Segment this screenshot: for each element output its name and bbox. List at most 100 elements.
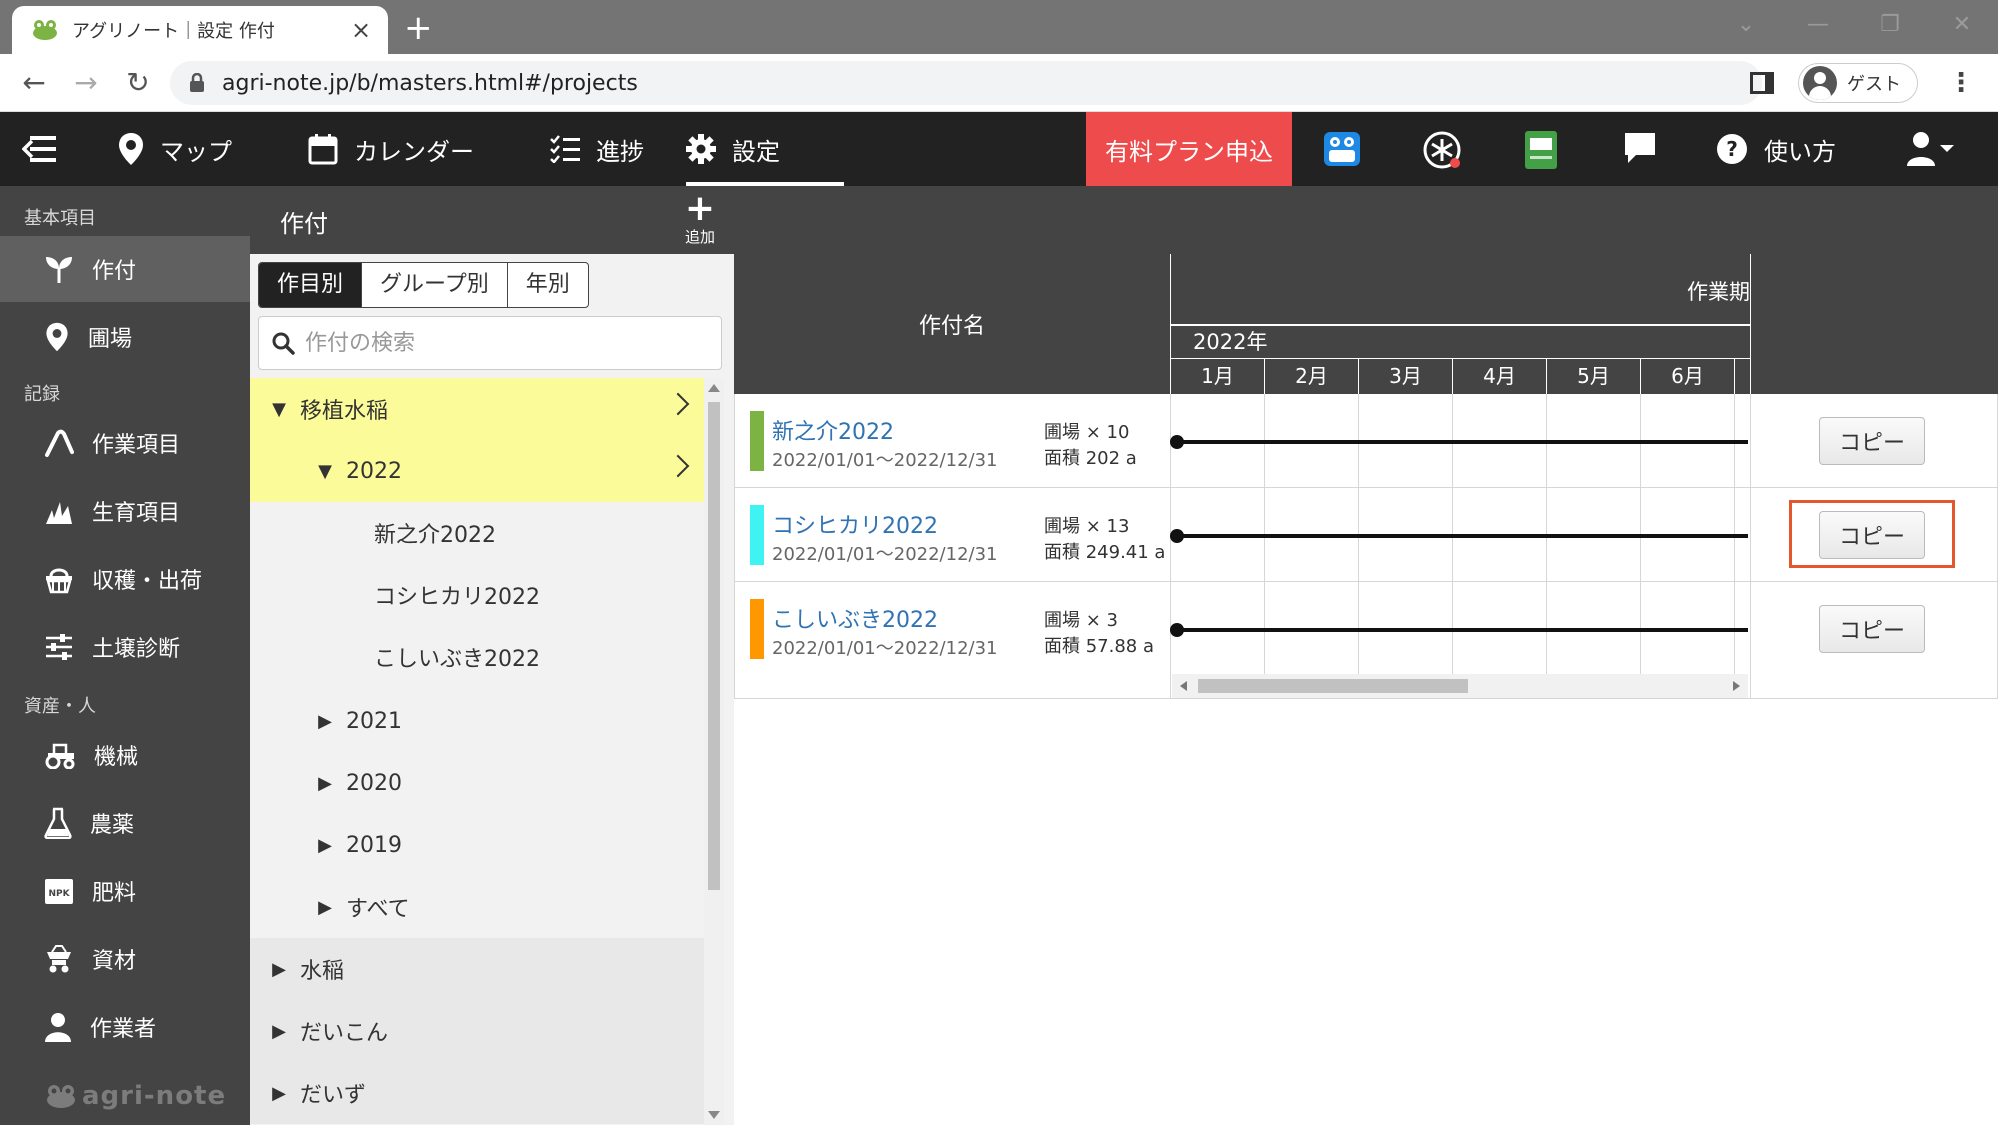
project-search-input[interactable]	[305, 330, 705, 356]
tree-node-project[interactable]: コシヒカリ2022	[250, 564, 704, 626]
browser-tab[interactable]: アグリノート｜設定 作付 ×	[12, 6, 388, 54]
add-button[interactable]: + 追加	[680, 191, 720, 247]
help-circle-icon: ?	[1717, 134, 1747, 164]
nav-calendar-label: カレンダー	[354, 137, 474, 166]
tree-node-crop[interactable]: ▶ だいず	[250, 1062, 704, 1124]
close-tab-icon[interactable]: ×	[348, 16, 374, 44]
tab-by-crop[interactable]: 作目別	[259, 263, 363, 307]
copy-button[interactable]: コピー	[1819, 417, 1925, 465]
project-field-count: 圃場 × 3	[1044, 610, 1118, 631]
sidebar-item-pesticides[interactable]: 農薬	[0, 790, 250, 856]
forward-icon[interactable]: →	[60, 66, 112, 99]
tree-node-year[interactable]: ▶ 2021	[250, 690, 704, 752]
tree-node-label: 新之介2022	[374, 523, 496, 548]
growth-icon	[46, 502, 72, 524]
sidebar-section-title: 基本項目	[24, 208, 96, 229]
menu-kebab-icon[interactable]: ⋮	[1948, 68, 1974, 98]
address-bar[interactable]: agri-note.jp/b/masters.html#/projects	[170, 61, 1762, 105]
gantt-bar	[1176, 628, 1748, 632]
sidebar-item-materials[interactable]: 資材	[0, 926, 250, 992]
scroll-up-icon[interactable]	[708, 384, 720, 392]
expand-arrow-icon: ▼	[272, 398, 286, 420]
browser-toolbar: ← → ↻ agri-note.jp/b/masters.html#/proje…	[0, 54, 1998, 112]
sidebar-item-work[interactable]: 作業項目	[0, 410, 250, 476]
nav-progress[interactable]: 進捗	[550, 112, 644, 186]
scroll-left-icon[interactable]	[1180, 681, 1187, 691]
tree-node-label: だいず	[300, 1083, 367, 1108]
copy-button[interactable]: コピー	[1819, 605, 1925, 653]
calendar-icon	[308, 134, 338, 165]
projects-table: 作付名 作業期 2022年 1月 2月 3月 4月 5月 6月 新之介2022 …	[734, 254, 1998, 1125]
search-icon	[272, 332, 295, 355]
tree-node-project[interactable]: 新之介2022	[250, 502, 704, 564]
grid-divider	[1750, 394, 1751, 698]
window-controls: ⌄ — ❐ ✕	[1710, 0, 1998, 48]
gantt-horizontal-scrollbar[interactable]	[1172, 674, 1748, 698]
tree-node-year[interactable]: ▶ 2019	[250, 814, 704, 876]
green-book-icon[interactable]	[1522, 130, 1560, 170]
back-icon[interactable]: ←	[8, 66, 60, 99]
help-link[interactable]: ? 使い方	[1716, 112, 1836, 186]
tree-node-label: すべて	[346, 897, 410, 922]
tab-search-icon[interactable]: ⌄	[1710, 0, 1782, 48]
agri-note-logo: agri-note	[46, 1081, 226, 1111]
gantt-bar	[1176, 534, 1748, 538]
profile-button[interactable]: ゲスト	[1798, 63, 1918, 103]
sidebar-item-workers[interactable]: 作業者	[0, 994, 250, 1060]
sidebar-item-projects[interactable]: 作付	[0, 236, 250, 302]
nav-map[interactable]: マップ	[118, 112, 232, 186]
nav-settings[interactable]: 設定	[686, 112, 844, 186]
new-tab-icon[interactable]: +	[404, 10, 433, 46]
tree-node-crop[interactable]: ▶ だいこん	[250, 1000, 704, 1062]
chevron-right-icon[interactable]	[666, 454, 690, 478]
sidebar-item-label: 収穫・出荷	[92, 569, 203, 594]
tree-node-crop[interactable]: ▶ 水稲	[250, 938, 704, 1000]
material-icon	[47, 945, 71, 973]
frog-manager-icon[interactable]	[1322, 130, 1362, 168]
window-close-icon[interactable]: ✕	[1926, 0, 1998, 48]
sidebar-item-harvest[interactable]: 収穫・出荷	[0, 546, 250, 612]
grouping-tabs: 作目別 グループ別 年別	[258, 262, 589, 308]
project-name-link[interactable]: こしいぶき2022	[772, 602, 938, 634]
project-name-link[interactable]: コシヒカリ2022	[772, 508, 938, 540]
restore-icon[interactable]: ❐	[1854, 0, 1926, 48]
tree-scrollbar[interactable]	[704, 378, 724, 1125]
tree-node-all[interactable]: ▶ すべて	[250, 876, 704, 938]
tree-node-year[interactable]: ▶ 2020	[250, 752, 704, 814]
project-color-bar	[750, 411, 764, 471]
sidebar-item-machinery[interactable]: 機械	[0, 722, 250, 788]
sidebar-item-soil[interactable]: 土壌診断	[0, 614, 250, 680]
tree-node-crop[interactable]: ▼ 移植水稲	[250, 378, 704, 440]
person-icon	[45, 1013, 71, 1042]
asterisk-badge-icon[interactable]	[1422, 130, 1462, 170]
user-menu-icon[interactable]	[1904, 130, 1958, 168]
reload-icon[interactable]: ↻	[112, 66, 164, 99]
sidebar-item-fertilizer[interactable]: NPK 肥料	[0, 858, 250, 924]
scroll-right-icon[interactable]	[1733, 681, 1740, 691]
scroll-down-icon[interactable]	[708, 1111, 720, 1119]
sidebar: 基本項目 作付 圃場 記録 作業項目 生育項目 収穫・出荷 土壌診断 資産・人 …	[0, 186, 250, 1125]
side-panel-icon[interactable]	[1750, 72, 1774, 94]
minimize-icon[interactable]: —	[1782, 0, 1854, 48]
sidebar-item-label: 資材	[92, 949, 137, 974]
project-name-link[interactable]: 新之介2022	[772, 414, 894, 446]
tab-by-group[interactable]: グループ別	[362, 263, 508, 307]
expand-arrow-icon: ▼	[318, 460, 332, 482]
paid-plan-button[interactable]: 有料プラン申込	[1086, 112, 1292, 186]
scroll-thumb[interactable]	[1198, 679, 1468, 693]
tree-node-label: 移植水稲	[300, 399, 389, 424]
tab-by-year[interactable]: 年別	[508, 263, 588, 307]
chat-icon[interactable]	[1622, 130, 1658, 166]
tree-node-year[interactable]: ▼ 2022	[250, 440, 704, 502]
sidebar-section-title: 資産・人	[24, 696, 96, 717]
scroll-thumb[interactable]	[708, 402, 720, 890]
expand-arrow-icon: ▶	[272, 1082, 286, 1104]
sidebar-item-growth[interactable]: 生育項目	[0, 478, 250, 544]
profile-label: ゲスト	[1847, 74, 1901, 95]
sidebar-item-fields[interactable]: 圃場	[0, 304, 250, 370]
menu-collapse-icon[interactable]	[22, 132, 58, 166]
tree-node-project[interactable]: こしいぶき2022	[250, 626, 704, 688]
nav-calendar[interactable]: カレンダー	[308, 112, 474, 186]
chevron-right-icon[interactable]	[666, 392, 690, 416]
sidebar-item-label: 作業者	[90, 1017, 157, 1042]
